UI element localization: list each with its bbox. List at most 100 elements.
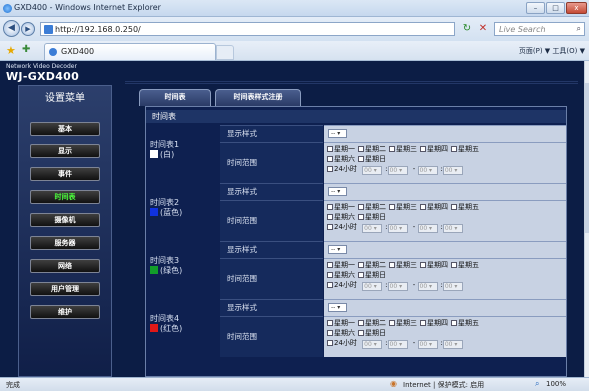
start-hour-select[interactable]: 00 ▾ xyxy=(362,224,383,233)
checkbox[interactable] xyxy=(358,204,364,210)
style-value: -- ▾ xyxy=(324,125,566,142)
style-select[interactable]: -- ▾ xyxy=(328,129,347,138)
browser-tab[interactable]: GXD400 xyxy=(44,43,216,60)
checkbox[interactable] xyxy=(451,320,457,326)
new-tab-button[interactable] xyxy=(216,45,234,60)
tab-schedule[interactable]: 时间表 xyxy=(139,89,211,106)
color-name: (白) xyxy=(160,150,175,159)
start-hour-select[interactable]: 00 ▾ xyxy=(362,166,383,175)
checkbox[interactable] xyxy=(420,204,426,210)
end-minute-select[interactable]: 00 ▾ xyxy=(442,224,463,233)
style-select[interactable]: -- ▾ xyxy=(328,245,347,254)
end-hour-select[interactable]: 00 ▾ xyxy=(417,340,438,349)
checkbox[interactable] xyxy=(358,146,364,152)
sidebar-item-basic[interactable]: 基本 xyxy=(30,122,100,136)
sidebar-item-network[interactable]: 网络 xyxy=(30,259,100,273)
checkbox[interactable] xyxy=(420,146,426,152)
back-button[interactable]: ◀ xyxy=(3,20,20,37)
sidebar-item-event[interactable]: 事件 xyxy=(30,167,100,181)
start-minute-select[interactable]: 00 ▾ xyxy=(387,166,408,175)
security-zone[interactable]: Internet | 保护模式: 启用 xyxy=(403,380,484,390)
checkbox-24h[interactable] xyxy=(327,340,333,346)
checkbox[interactable] xyxy=(327,214,333,220)
zoom-icon: ⌕ xyxy=(535,379,540,388)
checkbox[interactable] xyxy=(327,320,333,326)
close-button[interactable]: x xyxy=(566,2,587,14)
checkbox[interactable] xyxy=(389,262,395,268)
end-minute-select[interactable]: 00 ▾ xyxy=(442,166,463,175)
style-value: -- ▾ xyxy=(324,299,566,316)
checkbox[interactable] xyxy=(389,146,395,152)
checkbox[interactable] xyxy=(327,204,333,210)
sidebar-item-maintenance[interactable]: 维护 xyxy=(30,305,100,319)
checkbox[interactable] xyxy=(327,156,333,162)
search-placeholder: Live Search xyxy=(499,25,546,34)
address-toolbar: ◀ ▶ http://192.168.0.250/ ↻ ✕ Live Searc… xyxy=(0,17,589,41)
schedule-name: 时间表4 (红色) xyxy=(150,314,182,334)
search-icon[interactable]: ⌕ xyxy=(577,24,581,34)
sidebar-item-camera[interactable]: 摄像机 xyxy=(30,213,100,227)
checkbox[interactable] xyxy=(420,320,426,326)
maximize-button[interactable]: □ xyxy=(546,2,565,14)
tab-schedule-pattern[interactable]: 时间表样式注册 xyxy=(215,89,301,106)
checkbox[interactable] xyxy=(358,156,364,162)
page-scrollbar[interactable] xyxy=(584,61,589,377)
checkbox[interactable] xyxy=(327,272,333,278)
minimize-button[interactable]: – xyxy=(526,2,545,14)
tab-bar: ★ ✚ GXD400 页面(P) ▼ 工具(O) ▼ xyxy=(0,41,589,61)
content-area: 时间表 时间表样式注册 时间表 时间表1 (白) 显示样式 时间范围 -- ▾ … xyxy=(125,81,578,377)
checkbox-24h[interactable] xyxy=(327,224,333,230)
start-minute-select[interactable]: 00 ▾ xyxy=(387,282,408,291)
start-minute-select[interactable]: 00 ▾ xyxy=(387,340,408,349)
end-hour-select[interactable]: 00 ▾ xyxy=(417,224,438,233)
start-hour-select[interactable]: 00 ▾ xyxy=(362,340,383,349)
range-label: 时间范围 xyxy=(220,200,323,241)
sidebar-item-server[interactable]: 服务器 xyxy=(30,236,100,250)
address-bar[interactable]: http://192.168.0.250/ xyxy=(40,22,455,36)
end-minute-select[interactable]: 00 ▾ xyxy=(442,282,463,291)
checkbox[interactable] xyxy=(358,214,364,220)
checkbox[interactable] xyxy=(451,146,457,152)
checkbox-24h[interactable] xyxy=(327,282,333,288)
end-minute-select[interactable]: 00 ▾ xyxy=(442,340,463,349)
schedule-group-4: 时间表4 (红色) 显示样式 时间范围 -- ▾ 星期一 星期二 星期三 星期四 星期五… xyxy=(146,299,566,357)
add-favorites-icon[interactable]: ✚ xyxy=(22,44,30,55)
sidebar-item-schedule[interactable]: 时间表 xyxy=(30,190,100,204)
checkbox[interactable] xyxy=(420,262,426,268)
checkbox[interactable] xyxy=(451,262,457,268)
style-value: -- ▾ xyxy=(324,241,566,258)
scrollbar-thumb[interactable] xyxy=(585,83,589,233)
sidebar-item-display[interactable]: 显示 xyxy=(30,144,100,158)
range-value: 星期一 星期二 星期三 星期四 星期五 星期六 星期日 24小时 00 ▾:00 ▾ - … xyxy=(324,200,566,241)
search-input[interactable]: Live Search ⌕ xyxy=(494,22,585,36)
brand-model: WJ-GXD400 xyxy=(6,70,80,83)
sidebar-title: 设置菜单 xyxy=(45,93,85,104)
checkbox[interactable] xyxy=(327,146,333,152)
checkbox[interactable] xyxy=(327,262,333,268)
refresh-icon[interactable]: ↻ xyxy=(460,22,474,36)
schedule-panel: 时间表 时间表1 (白) 显示样式 时间范围 -- ▾ 星期一 星期二 星期三 星期四… xyxy=(145,106,567,377)
start-minute-select[interactable]: 00 ▾ xyxy=(387,224,408,233)
checkbox[interactable] xyxy=(451,204,457,210)
style-select[interactable]: -- ▾ xyxy=(328,187,347,196)
end-hour-select[interactable]: 00 ▾ xyxy=(417,282,438,291)
checkbox[interactable] xyxy=(389,204,395,210)
end-hour-select[interactable]: 00 ▾ xyxy=(417,166,438,175)
stop-icon[interactable]: ✕ xyxy=(476,22,490,36)
status-bar: 完成 ◉ Internet | 保护模式: 启用 ⌕ 100% xyxy=(0,377,589,391)
ie-icon xyxy=(3,4,12,13)
checkbox[interactable] xyxy=(358,272,364,278)
start-hour-select[interactable]: 00 ▾ xyxy=(362,282,383,291)
checkbox[interactable] xyxy=(358,330,364,336)
command-bar[interactable]: 页面(P) ▼ 工具(O) ▼ xyxy=(519,46,585,56)
checkbox[interactable] xyxy=(358,262,364,268)
forward-button[interactable]: ▶ xyxy=(21,22,35,36)
style-select[interactable]: -- ▾ xyxy=(328,303,347,312)
checkbox[interactable] xyxy=(327,330,333,336)
checkbox-24h[interactable] xyxy=(327,166,333,172)
favorites-star-icon[interactable]: ★ xyxy=(6,44,16,57)
checkbox[interactable] xyxy=(389,320,395,326)
zoom-level[interactable]: 100% xyxy=(546,380,566,388)
checkbox[interactable] xyxy=(358,320,364,326)
sidebar-item-user-management[interactable]: 用户管理 xyxy=(30,282,100,296)
